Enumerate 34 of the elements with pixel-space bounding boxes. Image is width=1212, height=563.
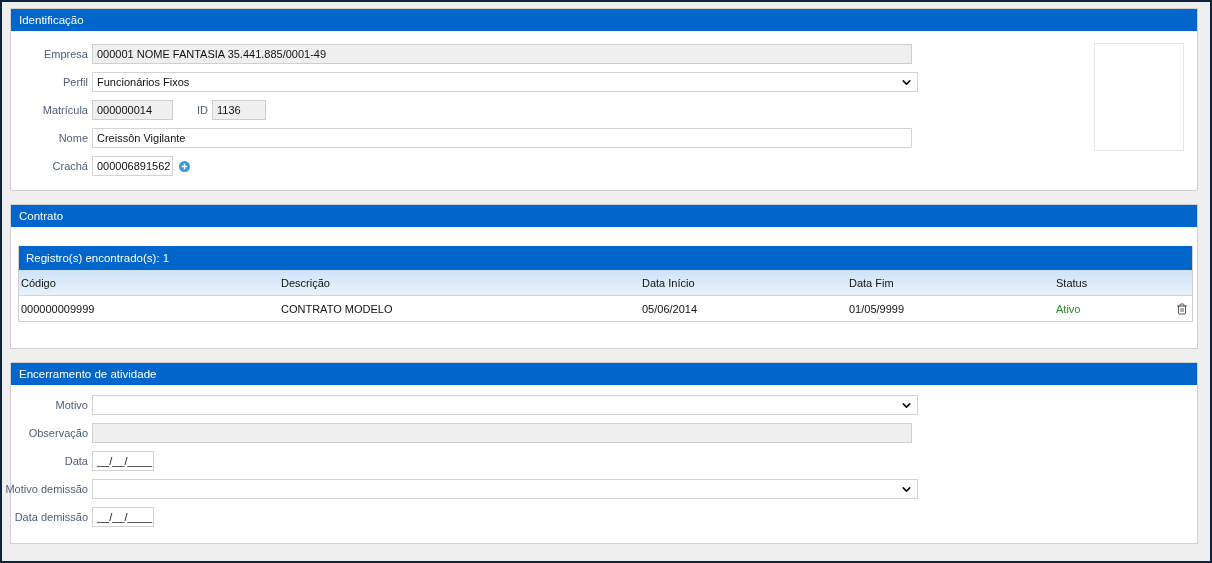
input-field[interactable]: Creissôn Vigilante — [92, 128, 912, 148]
panel-header: Encerramento de atividade — [11, 363, 1197, 385]
field-label: Data — [63, 455, 88, 467]
add-icon[interactable] — [179, 160, 190, 172]
field-label: Empresa — [42, 48, 88, 60]
field-label: Data demissão — [13, 511, 88, 523]
panel-header: Contrato — [11, 205, 1197, 227]
field-label: Motivo demissão — [4, 483, 88, 495]
column-header: Status — [1056, 276, 1089, 289]
trash-icon[interactable] — [1176, 302, 1188, 315]
column-header: Data Fim — [849, 276, 895, 289]
field-label: Perfil — [61, 76, 88, 88]
column-header: Descrição — [281, 276, 331, 289]
table-cell-text: CONTRATO MODELO — [281, 302, 394, 315]
date-field[interactable]: __/__/____ — [92, 451, 154, 471]
table-cell-text: 05/06/2014 — [642, 302, 699, 315]
select-field[interactable] — [92, 479, 918, 499]
field-label: Crachá — [51, 160, 88, 172]
records-bar: Registro(s) encontrado(s): 1 — [19, 246, 1192, 270]
field-label: Nome — [57, 132, 88, 144]
select-field[interactable]: Funcionários Fixos — [92, 72, 918, 92]
panel-header: Identificação — [11, 9, 1197, 31]
table-cell-text: 01/05/9999 — [849, 302, 906, 315]
field-label: Observação — [27, 427, 88, 439]
field-label: ID — [197, 104, 208, 116]
column-header: Data Início — [642, 276, 696, 289]
input-field[interactable]: 000006891562 — [92, 156, 173, 176]
status-text: Ativo — [1056, 302, 1082, 315]
field-label: Motivo — [54, 399, 88, 411]
column-header: Código — [21, 276, 57, 289]
select-field[interactable] — [92, 395, 918, 415]
table-cell-text: 000000009999 — [21, 302, 96, 315]
field-label: Matrícula — [41, 104, 88, 116]
date-field[interactable]: __/__/____ — [92, 507, 154, 527]
